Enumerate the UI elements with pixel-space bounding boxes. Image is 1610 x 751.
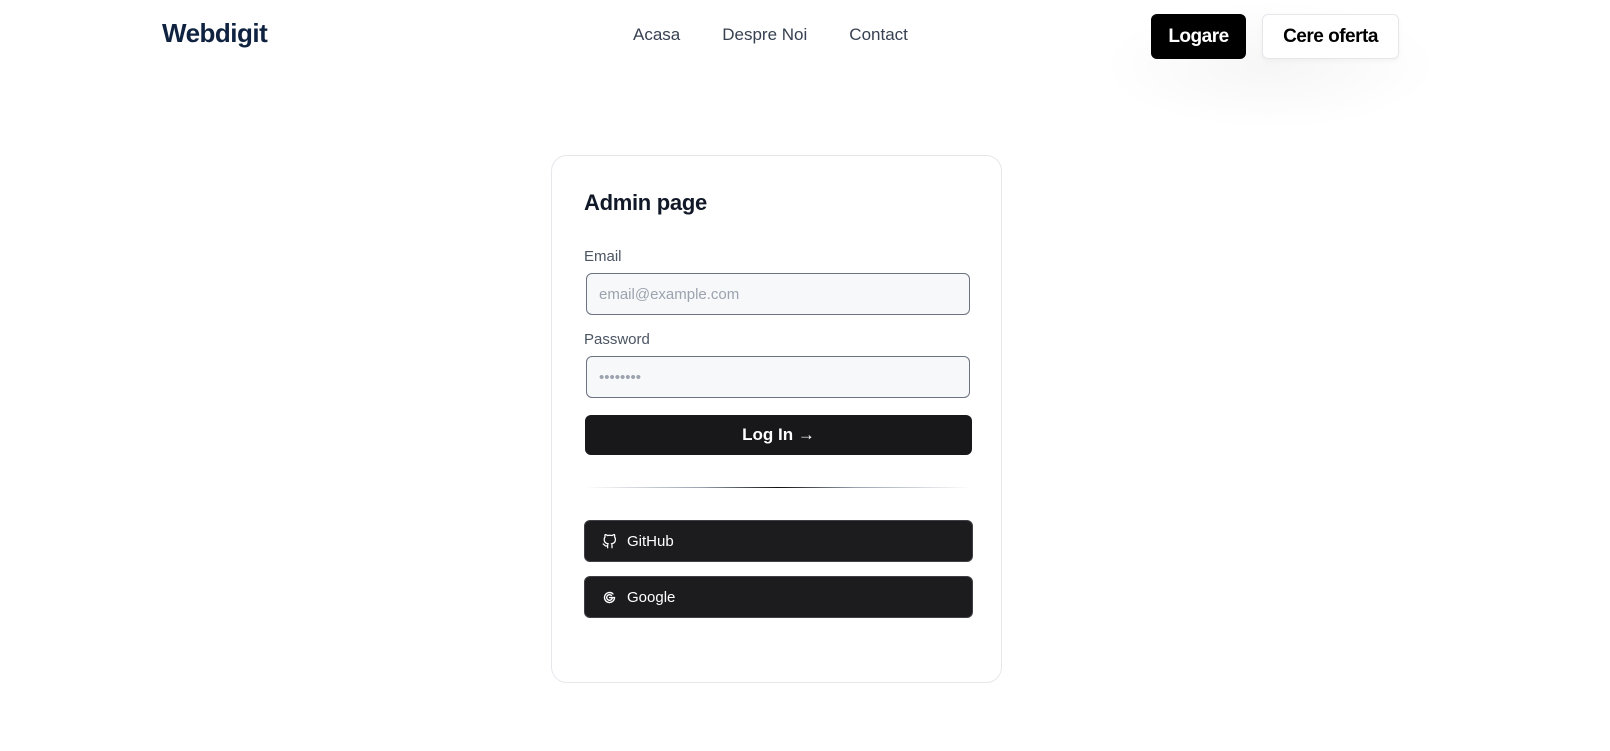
page-title: Admin page <box>584 190 707 215</box>
divider <box>585 487 972 488</box>
site-logo[interactable]: Webdigit <box>162 18 268 49</box>
nav-link-despre-noi[interactable]: Despre Noi <box>722 25 807 45</box>
email-label: Email <box>584 248 622 265</box>
password-field[interactable] <box>586 356 970 398</box>
request-offer-button[interactable]: Cere oferta <box>1262 14 1399 59</box>
google-label: Google <box>627 588 676 606</box>
email-field[interactable] <box>586 273 970 315</box>
github-login-button[interactable]: GitHub <box>584 520 973 562</box>
site-header: Webdigit Acasa Despre Noi Contact Logare… <box>0 0 1610 130</box>
admin-login-card: Admin page Email Password Log In → GitHu… <box>551 155 1002 683</box>
github-label: GitHub <box>627 532 674 550</box>
nav-link-contact[interactable]: Contact <box>849 25 908 45</box>
main-nav: Acasa Despre Noi Contact <box>633 25 908 45</box>
google-icon <box>602 590 617 605</box>
github-icon <box>602 533 617 549</box>
nav-link-acasa[interactable]: Acasa <box>633 25 680 45</box>
password-label: Password <box>584 331 650 348</box>
log-in-button[interactable]: Log In → <box>585 415 972 455</box>
google-login-button[interactable]: Google <box>584 576 973 618</box>
login-button[interactable]: Logare <box>1151 14 1246 59</box>
